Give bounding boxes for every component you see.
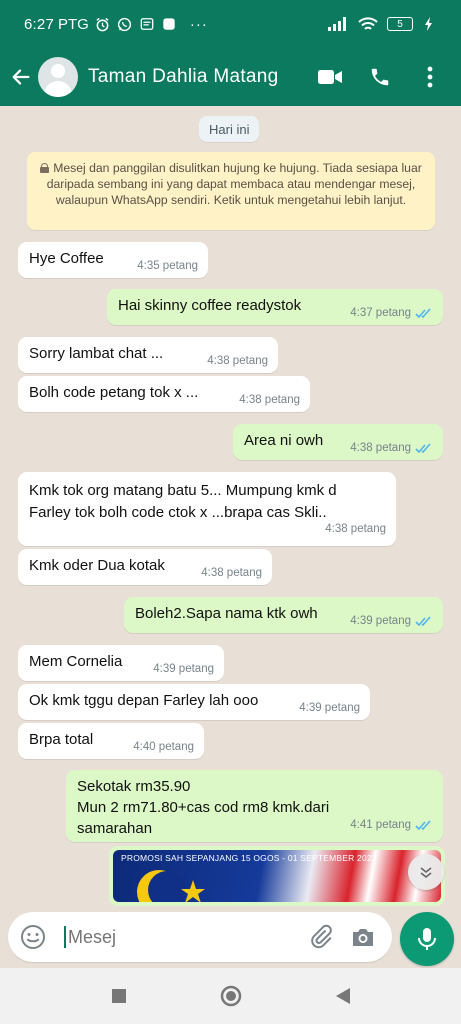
message-bubble[interactable]: Bolh code petang tok x ... 4:38 petang	[18, 376, 310, 412]
message-bubble[interactable]: Boleh2.Sapa nama ktk owh 4:39 petang	[124, 597, 443, 633]
image-message[interactable]: PROMOSI SAH SEPANJANG 15 OGOS - 01 SEPTE…	[109, 846, 445, 906]
message-time: 4:39 petang	[299, 702, 360, 714]
message-icon	[139, 16, 155, 32]
message-time: 4:39 petang	[153, 663, 214, 675]
voice-call-icon[interactable]	[367, 64, 393, 90]
message-bubble[interactable]: Area ni owh 4:38 petang	[233, 424, 443, 460]
chat-header: Taman Dahlia Matang	[0, 48, 461, 106]
contact-name[interactable]: Taman Dahlia Matang	[88, 66, 279, 88]
message-input[interactable]	[68, 926, 288, 948]
battery-icon: 5	[387, 17, 413, 31]
message-time: 4:37 petang	[350, 307, 411, 319]
lock-icon	[40, 163, 50, 173]
message-time: 4:40 petang	[133, 741, 194, 753]
app-header: 6:27 PTG ··· 5 Taman Dahlia Matang	[0, 0, 461, 106]
message-time: 4:35 petang	[137, 260, 198, 272]
message-bubble[interactable]: Hai skinny coffee readystok 4:37 petang	[107, 289, 443, 325]
app-icon	[161, 16, 177, 32]
back-arrow-icon[interactable]	[6, 62, 36, 92]
message-bubble[interactable]: Kmk tok org matang batu 5... Mumpung kmk…	[18, 472, 396, 546]
message-bubble[interactable]: Mem Cornelia 4:39 petang	[18, 645, 224, 681]
message-bubble[interactable]: Brpa total 4:40 petang	[18, 723, 204, 759]
back-triangle-icon[interactable]	[330, 983, 356, 1009]
read-ticks-icon	[415, 820, 431, 831]
emoji-icon[interactable]	[20, 924, 46, 950]
message-time: 4:38 petang	[350, 442, 411, 454]
message-bubble[interactable]: Hye Coffee 4:35 petang	[18, 242, 208, 278]
notification-icons: ···	[95, 15, 208, 33]
read-ticks-icon	[415, 615, 431, 626]
status-time: 6:27	[24, 15, 54, 33]
more-notifications-icon: ···	[189, 15, 208, 33]
encryption-text: Mesej dan panggilan disulitkan hujung ke…	[46, 161, 422, 207]
composer	[0, 906, 461, 968]
signal-icon	[327, 16, 349, 32]
message-time: 4:38 petang	[201, 567, 262, 579]
system-icons: 5	[327, 16, 437, 32]
video-call-icon[interactable]	[317, 64, 343, 90]
text-cursor	[64, 926, 66, 948]
scroll-down-button[interactable]	[408, 854, 444, 890]
message-input-bar	[8, 912, 392, 962]
read-ticks-icon	[415, 307, 431, 318]
promo-image: PROMOSI SAH SEPANJANG 15 OGOS - 01 SEPTE…	[113, 850, 441, 902]
alarm-icon	[95, 16, 111, 32]
more-options-icon[interactable]	[417, 64, 443, 90]
message-bubble[interactable]: Ok kmk tggu depan Farley lah ooo 4:39 pe…	[18, 684, 370, 720]
whatsapp-icon	[117, 16, 133, 32]
crescent-star-icon	[137, 870, 205, 902]
message-bubble[interactable]: Sekotak rm35.90 Mun 2 rm71.80+cas cod rm…	[66, 770, 443, 842]
status-bar: 6:27 PTG ··· 5	[0, 0, 461, 48]
attachment-icon[interactable]	[308, 924, 334, 950]
contact-avatar[interactable]	[38, 57, 78, 97]
message-time: 4:38 petang	[325, 523, 386, 535]
chat-area[interactable]: Hari ini Mesej dan panggilan disulitkan …	[0, 106, 461, 906]
message-text: Sekotak rm35.90 Mun 2 rm71.80+cas cod rm…	[77, 778, 330, 837]
camera-icon[interactable]	[350, 924, 376, 950]
wifi-icon	[357, 16, 379, 32]
message-bubble[interactable]: Kmk oder Dua kotak 4:38 petang	[18, 549, 272, 585]
message-time: 4:41 petang	[350, 819, 411, 831]
charging-icon	[421, 16, 437, 32]
microphone-button[interactable]	[400, 912, 454, 966]
home-circle-icon[interactable]	[218, 983, 244, 1009]
message-time: 4:38 petang	[207, 355, 268, 367]
message-time: 4:39 petang	[350, 615, 411, 627]
header-actions	[317, 64, 443, 90]
microphone-icon	[418, 928, 436, 950]
encryption-notice[interactable]: Mesej dan panggilan disulitkan hujung ke…	[27, 152, 435, 230]
double-chevron-down-icon	[420, 867, 432, 879]
system-nav-bar	[0, 968, 461, 1024]
message-bubble[interactable]: Sorry lambat chat ... 4:38 petang	[18, 337, 278, 373]
read-ticks-icon	[415, 442, 431, 453]
status-carrier: PTG	[58, 15, 89, 33]
recents-square-icon[interactable]	[106, 983, 132, 1009]
date-chip: Hari ini	[199, 116, 260, 142]
message-time: 4:38 petang	[239, 394, 300, 406]
